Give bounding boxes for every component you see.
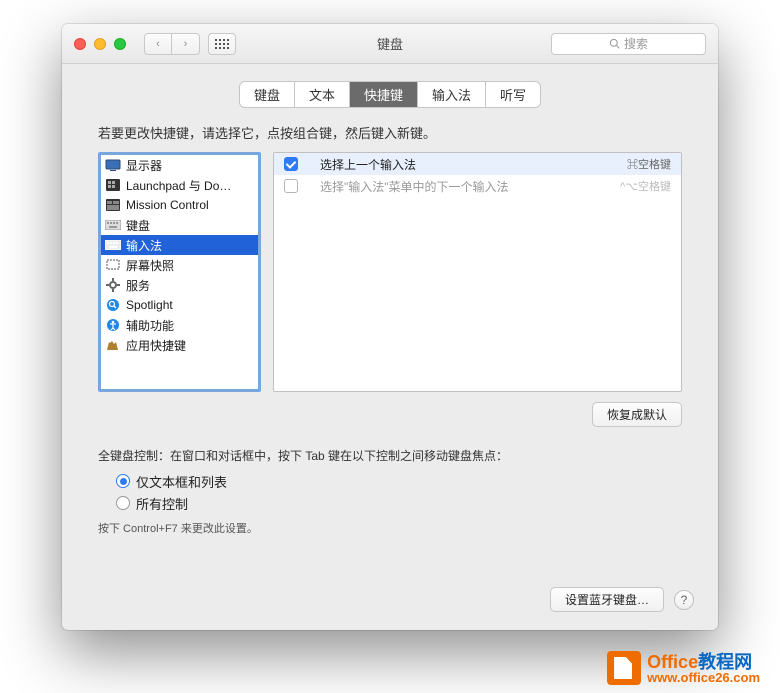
shortcut-list[interactable]: 选择上一个输入法 ⌘空格键 选择"输入法"菜单中的下一个输入法 ^⌥空格键 xyxy=(273,152,682,392)
spotlight-icon xyxy=(105,298,121,312)
tab-shortcuts[interactable]: 快捷键 xyxy=(350,82,418,107)
radio-all-controls[interactable]: 所有控制 xyxy=(116,492,718,514)
sidebar-item-label: 屏幕快照 xyxy=(126,257,174,274)
forward-button[interactable]: › xyxy=(172,33,200,55)
watermark-text: Office教程网 www.office26.com xyxy=(647,653,760,684)
category-sidebar[interactable]: 显示器 Launchpad 与 Do… Mission Control 键盘 输… xyxy=(98,152,261,392)
sidebar-item-keyboard[interactable]: 键盘 xyxy=(101,215,258,235)
shortcut-label: 选择上一个输入法 xyxy=(320,156,627,173)
sidebar-item-label: 显示器 xyxy=(126,157,162,174)
apps-icon xyxy=(105,338,121,352)
checkbox[interactable] xyxy=(284,157,298,171)
keyboard-icon xyxy=(105,218,121,232)
radio-icon xyxy=(116,496,130,510)
sidebar-item-label: 键盘 xyxy=(126,217,150,234)
shortcut-keys[interactable]: ⌘空格键 xyxy=(627,156,671,172)
sidebar-item-label: 辅助功能 xyxy=(126,317,174,334)
screenshot-icon xyxy=(105,258,121,272)
minimize-icon[interactable] xyxy=(94,38,106,50)
sidebar-item-input-source[interactable]: 输入法 xyxy=(101,235,258,255)
radio-text-only[interactable]: 仅文本框和列表 xyxy=(116,470,718,492)
shortcut-keys[interactable]: ^⌥空格键 xyxy=(620,178,671,194)
radio-label: 所有控制 xyxy=(136,494,188,513)
tab-dictation[interactable]: 听写 xyxy=(486,82,540,107)
shortcut-row[interactable]: 选择"输入法"菜单中的下一个输入法 ^⌥空格键 xyxy=(274,175,681,197)
sidebar-item-label: Spotlight xyxy=(126,298,173,312)
radio-icon xyxy=(116,474,130,488)
search-icon xyxy=(609,38,620,49)
sidebar-item-label: Launchpad 与 Do… xyxy=(126,177,231,194)
instruction-text: 若要更改快捷键，请选择它，点按组合键，然后键入新键。 xyxy=(62,117,718,152)
footer: 设置蓝牙键盘… ? xyxy=(62,587,718,630)
checkbox[interactable] xyxy=(284,179,298,193)
traffic-lights xyxy=(62,38,126,50)
maximize-icon[interactable] xyxy=(114,38,126,50)
content: 键盘 文本 快捷键 输入法 听写 若要更改快捷键，请选择它，点按组合键，然后键入… xyxy=(62,64,718,630)
grid-icon xyxy=(215,39,229,49)
hint-text: 按下 Control+F7 来更改此设置。 xyxy=(62,514,718,536)
nav-buttons: ‹ › xyxy=(144,33,200,55)
search-placeholder: 搜索 xyxy=(624,35,648,52)
show-all-button[interactable] xyxy=(208,33,236,55)
sidebar-item-app-shortcuts[interactable]: 应用快捷键 xyxy=(101,335,258,355)
restore-row: 恢复成默认 xyxy=(62,392,718,427)
sidebar-item-label: 服务 xyxy=(126,277,150,294)
launchpad-icon xyxy=(105,178,121,192)
watermark-icon xyxy=(607,651,641,685)
panels: 显示器 Launchpad 与 Do… Mission Control 键盘 输… xyxy=(62,152,718,392)
sidebar-item-screenshot[interactable]: 屏幕快照 xyxy=(101,255,258,275)
tab-input[interactable]: 输入法 xyxy=(418,82,486,107)
back-button[interactable]: ‹ xyxy=(144,33,172,55)
gear-icon xyxy=(105,278,121,292)
mission-control-icon xyxy=(105,198,121,212)
shortcut-row[interactable]: 选择上一个输入法 ⌘空格键 xyxy=(274,153,681,175)
tabs-row: 键盘 文本 快捷键 输入法 听写 xyxy=(62,64,718,117)
radio-label: 仅文本框和列表 xyxy=(136,472,227,491)
sidebar-item-accessibility[interactable]: 辅助功能 xyxy=(101,315,258,335)
full-keyboard-desc: 全键盘控制：在窗口和对话框中，按下 Tab 键在以下控制之间移动键盘焦点： xyxy=(62,427,718,470)
close-icon[interactable] xyxy=(74,38,86,50)
accessibility-icon xyxy=(105,318,121,332)
tab-keyboard[interactable]: 键盘 xyxy=(240,82,295,107)
restore-defaults-button[interactable]: 恢复成默认 xyxy=(592,402,682,427)
sidebar-item-display[interactable]: 显示器 xyxy=(101,155,258,175)
sidebar-item-label: 应用快捷键 xyxy=(126,337,186,354)
display-icon xyxy=(105,158,121,172)
keyboard-icon xyxy=(105,238,121,252)
tabs: 键盘 文本 快捷键 输入法 听写 xyxy=(240,82,540,107)
sidebar-item-mission[interactable]: Mission Control xyxy=(101,195,258,215)
sidebar-item-label: 输入法 xyxy=(126,237,162,254)
sidebar-item-launchpad[interactable]: Launchpad 与 Do… xyxy=(101,175,258,195)
watermark: Office教程网 www.office26.com xyxy=(607,651,760,685)
tab-text[interactable]: 文本 xyxy=(295,82,350,107)
titlebar: ‹ › 键盘 搜索 xyxy=(62,24,718,64)
radio-group: 仅文本框和列表 所有控制 xyxy=(62,470,718,514)
sidebar-item-spotlight[interactable]: Spotlight xyxy=(101,295,258,315)
sidebar-item-services[interactable]: 服务 xyxy=(101,275,258,295)
help-button[interactable]: ? xyxy=(674,590,694,610)
preferences-window: ‹ › 键盘 搜索 键盘 文本 快捷键 输入法 听写 若要更改快捷键，请选择它，… xyxy=(62,24,718,630)
window-title: 键盘 xyxy=(377,34,403,53)
bluetooth-keyboard-button[interactable]: 设置蓝牙键盘… xyxy=(550,587,664,612)
search-input[interactable]: 搜索 xyxy=(551,33,706,55)
shortcut-label: 选择"输入法"菜单中的下一个输入法 xyxy=(320,178,620,195)
sidebar-item-label: Mission Control xyxy=(126,198,209,212)
